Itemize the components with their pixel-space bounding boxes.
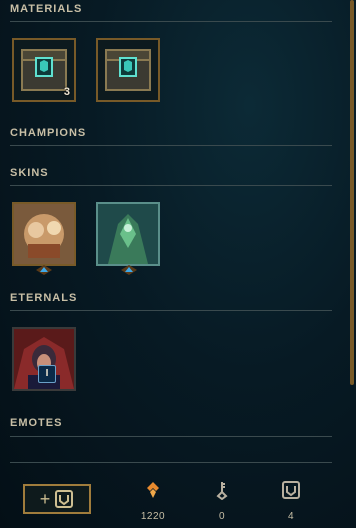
divider [10, 185, 332, 186]
chests-value: 4 [287, 511, 295, 522]
section-title-eternals: ETERNALS [10, 292, 78, 304]
skin-art-image [98, 204, 158, 264]
skin-item[interactable] [96, 202, 160, 266]
divider [10, 310, 332, 311]
keys-value: 0 [218, 511, 226, 522]
chest-icon [282, 481, 300, 499]
divider [10, 145, 332, 146]
section-title-emotes: EMOTES [10, 417, 63, 429]
eternal-badge: I [38, 365, 56, 383]
rarity-gem-icon [121, 265, 137, 275]
rarity-gem-icon [36, 265, 52, 275]
skin-art-image [14, 204, 74, 264]
currency-orange-essence: 1220 [133, 480, 173, 522]
footer-divider [10, 462, 332, 463]
divider [10, 21, 332, 22]
chest-icon [55, 490, 74, 508]
divider [10, 436, 332, 437]
add-label: + [39, 488, 51, 509]
currency-keys: 0 [202, 480, 242, 522]
chest-icon [98, 40, 158, 100]
eternal-item[interactable]: I [12, 327, 76, 391]
orange-essence-value: 1220 [140, 511, 166, 522]
section-title-skins: SKINS [10, 167, 49, 179]
key-icon [216, 482, 228, 501]
currency-chests: 4 [271, 480, 311, 522]
material-item-hextech-chest[interactable] [96, 38, 160, 102]
material-item-hextech-chest[interactable]: 3 [12, 38, 76, 102]
section-title-champions: CHAMPIONS [10, 127, 87, 139]
orange-essence-icon [147, 482, 159, 498]
item-count: 3 [63, 86, 70, 98]
scrollbar[interactable] [350, 0, 354, 385]
section-title-materials: MATERIALS [10, 3, 83, 15]
skin-item[interactable] [12, 202, 76, 266]
add-chest-button[interactable]: + [23, 484, 91, 514]
